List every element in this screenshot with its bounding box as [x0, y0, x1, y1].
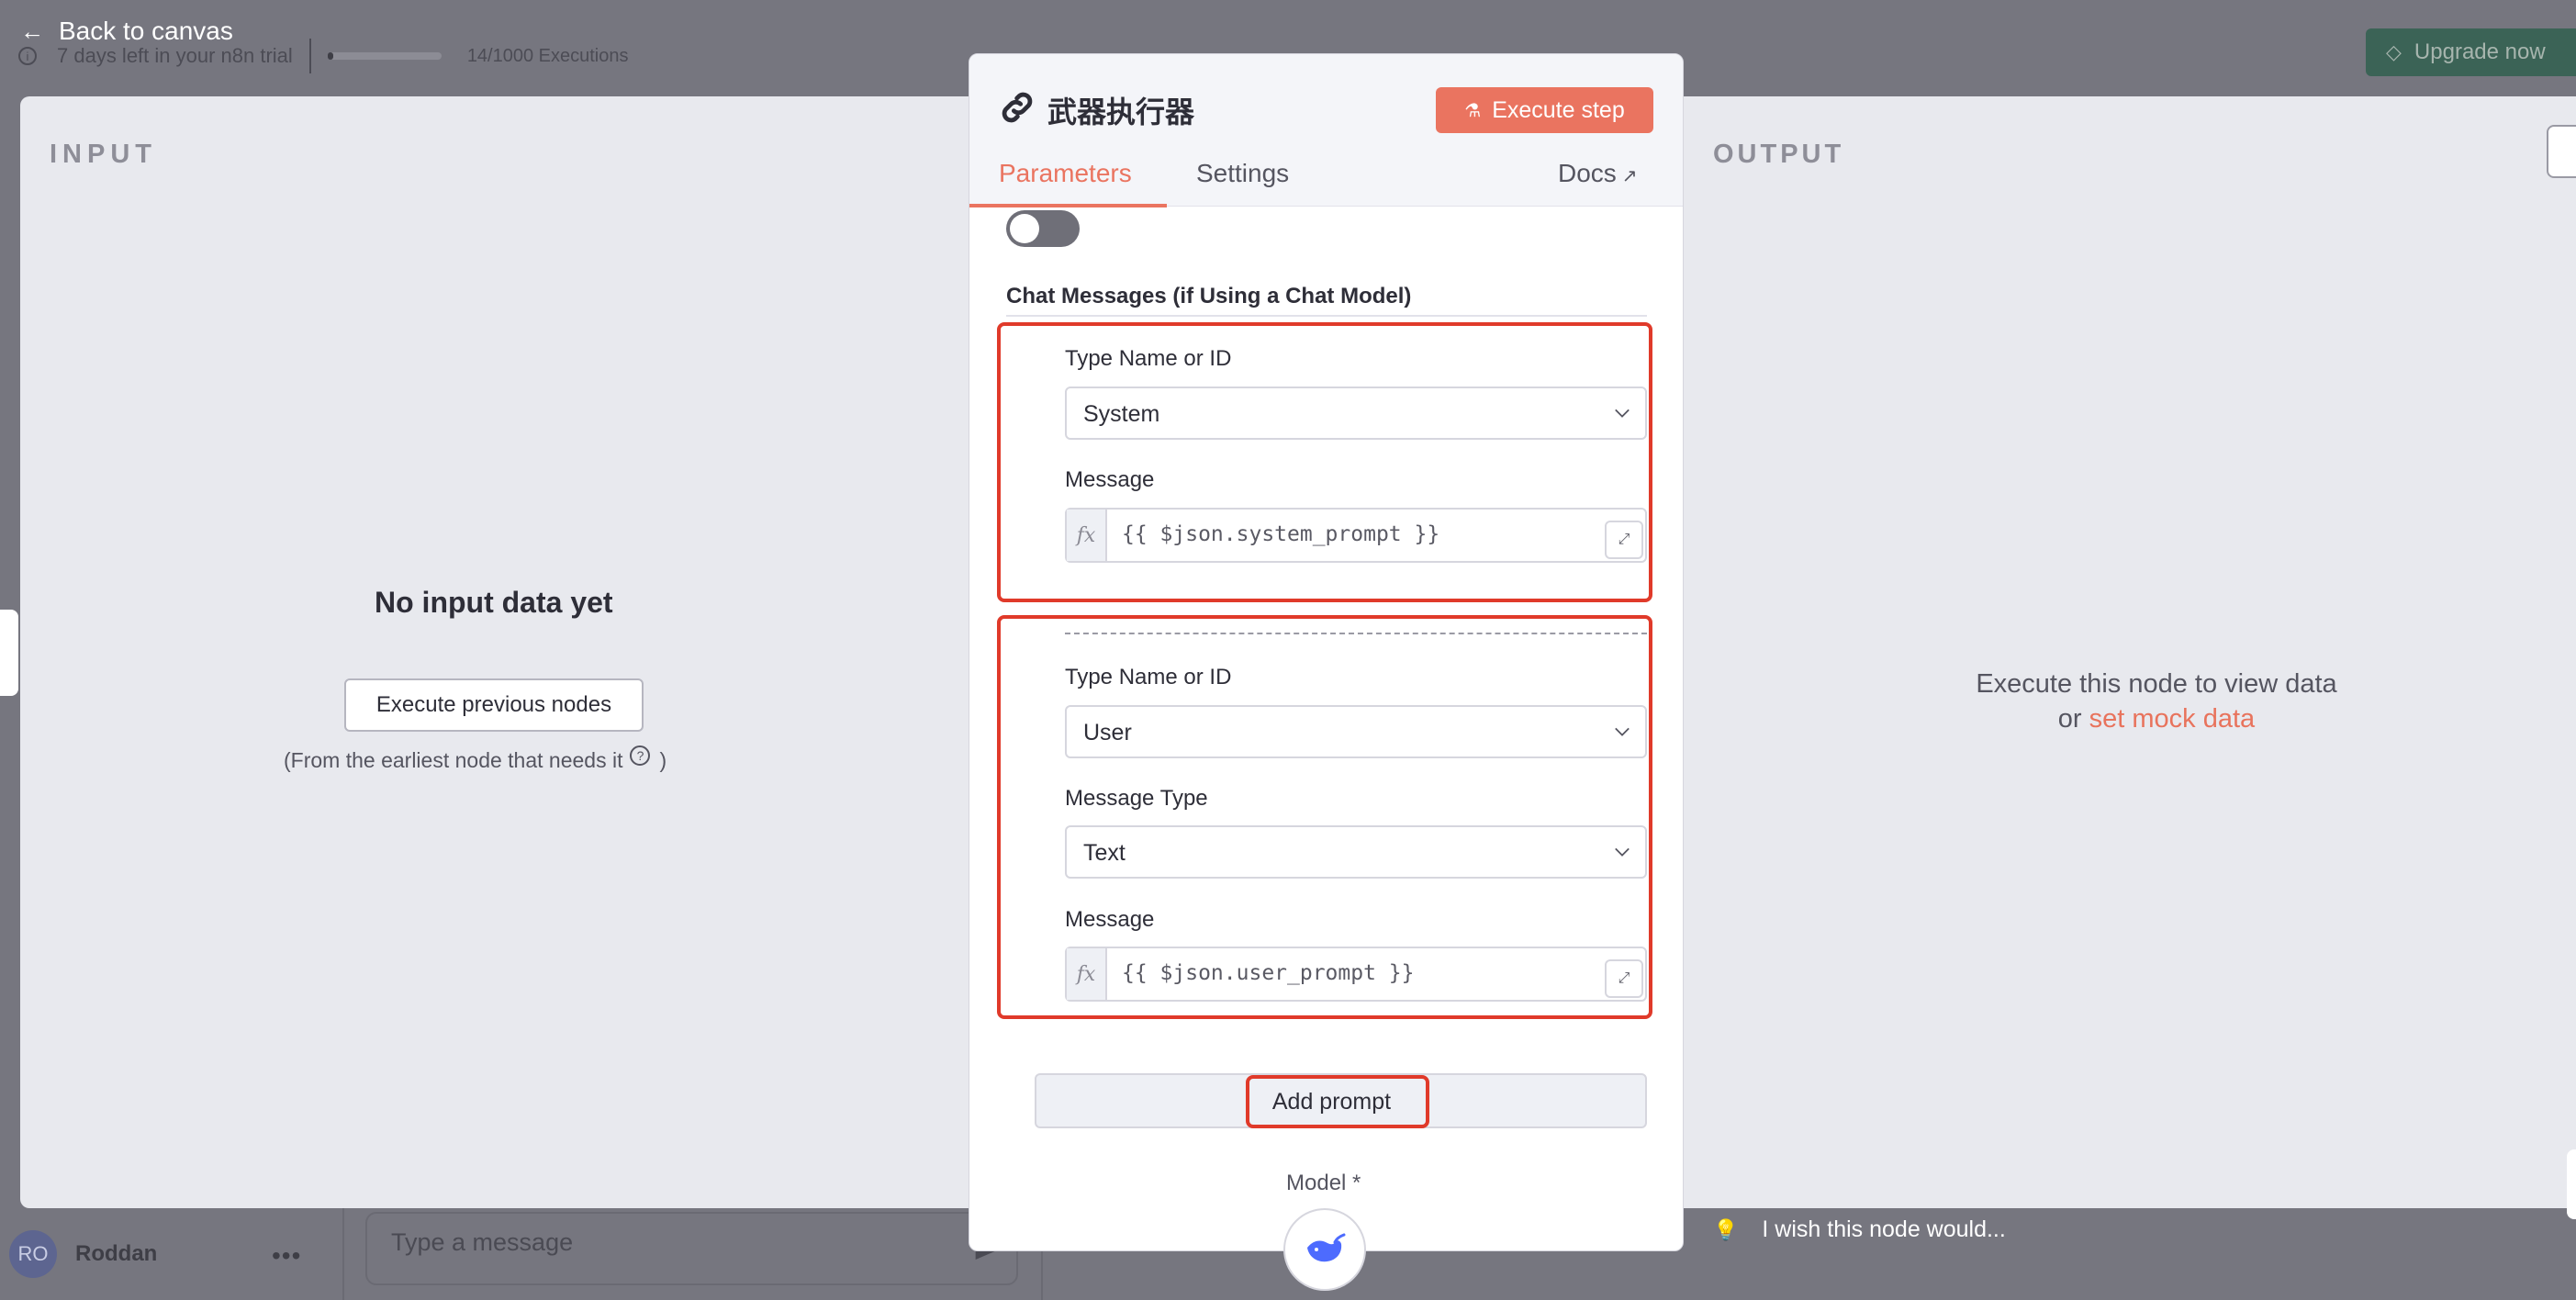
node-title[interactable]: 武器执行器: [1047, 89, 1194, 131]
model-label: Model *: [1286, 1171, 1361, 1195]
output-or: or: [2057, 704, 2082, 734]
output-title: OUTPUT: [1713, 140, 1845, 169]
tab-parameters[interactable]: Parameters: [999, 159, 1132, 188]
question-icon[interactable]: ?: [630, 745, 651, 766]
execute-previous-nodes-button[interactable]: Execute previous nodes: [344, 678, 644, 732]
output-line-1: Execute this node to view data: [1976, 669, 2337, 699]
user-name: Roddan: [75, 1241, 158, 1266]
chat-input[interactable]: Type a message: [365, 1212, 1018, 1285]
tab-docs[interactable]: Docs ↗: [1558, 159, 1638, 188]
highlight-add-prompt: [1246, 1075, 1429, 1128]
input-collapse-handle[interactable]: [0, 610, 18, 696]
diamond-icon: ◇: [2386, 40, 2402, 63]
output-line-2: or set mock data: [1881, 701, 2432, 736]
user-menu[interactable]: RO Roddan: [9, 1230, 157, 1278]
arrow-left-icon: ←: [20, 17, 44, 45]
chat-placeholder: Type a message: [391, 1228, 574, 1256]
hint-text: I wish this node would...: [1762, 1216, 2006, 1242]
panel-header: 武器执行器 ⚗ Execute step Parameters Settings…: [969, 54, 1683, 207]
no-input-message: No input data yet: [375, 586, 613, 619]
avatar: RO: [9, 1230, 57, 1278]
execute-step-label: Execute step: [1492, 96, 1625, 123]
edit-output-button[interactable]: [2547, 125, 2576, 178]
back-label: Back to canvas: [59, 17, 233, 45]
trial-text: 7 days left in your n8n trial: [57, 44, 293, 67]
execute-step-button[interactable]: ⚗ Execute step: [1436, 87, 1653, 133]
toggle-switch[interactable]: [1006, 210, 1080, 247]
note-close-paren: ): [659, 748, 667, 772]
docs-label: Docs: [1558, 159, 1617, 187]
external-link-icon: ↗: [1621, 166, 1638, 186]
divider: [1006, 315, 1647, 317]
note-text: (From the earliest node that needs it: [284, 748, 623, 772]
tab-settings[interactable]: Settings: [1196, 159, 1289, 188]
node-parameters-panel: 武器执行器 ⚗ Execute step Parameters Settings…: [969, 53, 1684, 1251]
link-icon: [1002, 92, 1033, 123]
upgrade-button[interactable]: ◇ Upgrade now: [2366, 28, 2576, 76]
chat-messages-title: Chat Messages (if Using a Chat Model): [1006, 284, 1412, 308]
executions-progress-bar: [327, 52, 442, 60]
execute-previous-note: (From the earliest node that needs it ? …: [284, 745, 667, 773]
divider: [342, 1208, 344, 1300]
model-node-icon[interactable]: [1283, 1208, 1366, 1291]
divider: [308, 39, 311, 73]
active-tab-indicator: [969, 204, 1167, 207]
output-empty-message: Execute this node to view data or set mo…: [1881, 667, 2432, 736]
executions-progress-fill: [327, 52, 333, 60]
highlight-system-message: [997, 322, 1652, 602]
set-mock-data-link[interactable]: set mock data: [2089, 704, 2256, 734]
feedback-hint[interactable]: 💡 I wish this node would...: [1713, 1216, 2006, 1243]
more-options-icon[interactable]: •••: [272, 1241, 301, 1271]
executions-count: 14/1000 Executions: [466, 45, 629, 66]
info-icon: i: [18, 47, 37, 65]
back-to-canvas-link[interactable]: ← Back to canvas: [20, 17, 233, 46]
lightbulb-icon: 💡: [1713, 1217, 1739, 1241]
toggle-knob: [1010, 214, 1039, 243]
input-title: INPUT: [50, 140, 157, 169]
upgrade-label: Upgrade now: [2414, 39, 2546, 64]
whale-icon: [1307, 1233, 1346, 1262]
highlight-user-message: [997, 615, 1652, 1019]
flask-icon: ⚗: [1464, 100, 1482, 121]
